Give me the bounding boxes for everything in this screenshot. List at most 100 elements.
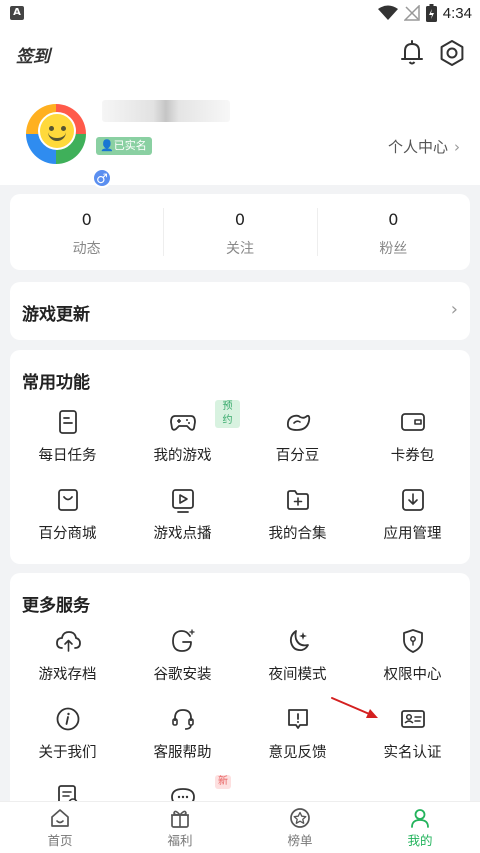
nav-label: 榜单 xyxy=(287,833,313,848)
eye xyxy=(49,126,54,131)
folder-add-icon xyxy=(286,490,309,510)
nav-welfare[interactable]: 福利 xyxy=(120,802,240,853)
nav-home[interactable]: 首页 xyxy=(0,802,120,853)
new-tag: 新 xyxy=(215,775,231,789)
nav-label: 福利 xyxy=(167,833,193,848)
eye xyxy=(61,126,66,131)
game-vod-button[interactable]: 游戏点播 xyxy=(125,486,240,546)
wifi-icon xyxy=(377,5,398,20)
personal-center-link[interactable]: 个人中心 › xyxy=(388,136,460,157)
blurred-username xyxy=(102,100,230,122)
person-icon: 👤 xyxy=(100,139,114,152)
item-label: 百分豆 xyxy=(275,448,320,464)
daily-task-icon xyxy=(58,410,77,434)
id-card-icon xyxy=(400,710,425,728)
smiley-face-icon xyxy=(38,112,76,150)
item-label: 关于我们 xyxy=(38,745,97,761)
bell-icon[interactable] xyxy=(397,38,427,68)
common-functions-card: 常用功能 每日任务 我的游戏 预约 百分豆 卡券包 百分商城 游戏点播 我的合集… xyxy=(10,350,470,564)
coupon-wallet-button[interactable]: 卡券包 xyxy=(355,408,470,468)
baifen-mall-button[interactable]: 百分商城 xyxy=(10,486,125,546)
moon-icon xyxy=(289,630,309,651)
item-label: 我的合集 xyxy=(268,526,327,542)
stat-value: 0 xyxy=(234,210,246,229)
item-label: 夜间模式 xyxy=(268,667,327,683)
item-label: 百分商城 xyxy=(38,526,97,542)
status-icons: 4:34 xyxy=(377,4,472,22)
permission-center-button[interactable]: 权限中心 xyxy=(355,627,470,687)
nav-mine[interactable]: 我的 xyxy=(360,802,480,853)
nav-label: 首页 xyxy=(47,833,73,848)
verified-label: 已实名 xyxy=(113,139,147,152)
stat-value: 0 xyxy=(388,210,399,229)
notification-icon: A xyxy=(10,6,24,20)
google-install-icon xyxy=(171,629,195,652)
about-us-button[interactable]: 关于我们 xyxy=(10,705,125,765)
cloud-upload-icon xyxy=(55,631,81,652)
item-label: 每日任务 xyxy=(38,448,97,464)
gamepad-icon xyxy=(169,415,196,431)
annotation-arrow-icon xyxy=(331,697,378,718)
shopping-bag-icon xyxy=(57,489,78,511)
nav-label: 我的 xyxy=(407,833,433,848)
item-label: 游戏存档 xyxy=(38,667,97,683)
status-bar: A 4:34 xyxy=(0,0,480,28)
stat-label: 粉丝 xyxy=(379,241,408,257)
home-icon xyxy=(51,809,69,827)
daily-task-button[interactable]: 每日任务 xyxy=(10,408,125,468)
google-install-button[interactable]: 谷歌安装 xyxy=(125,627,240,687)
more-services-card: 更多服务 游戏存档 谷歌安装 夜间模式 权限中心 关于我们 客服帮助 意见反馈 xyxy=(10,573,470,813)
baifen-bean-button[interactable]: 百分豆 xyxy=(240,408,355,468)
male-icon: ♂ xyxy=(92,168,112,188)
gift-icon xyxy=(171,810,189,828)
app-management-button[interactable]: 应用管理 xyxy=(355,486,470,546)
stat-fans[interactable]: 0 粉丝 xyxy=(316,194,470,270)
my-collection-button[interactable]: 我的合集 xyxy=(240,486,355,546)
gear-icon[interactable] xyxy=(437,38,467,68)
verified-badge: 👤已实名 xyxy=(96,137,152,155)
common-functions-grid: 每日任务 我的游戏 预约 百分豆 卡券包 百分商城 游戏点播 我的合集 应用管理 xyxy=(10,400,470,546)
stat-posts[interactable]: 0 动态 xyxy=(10,194,163,270)
item-label: 谷歌安装 xyxy=(153,667,212,683)
nav-ranking[interactable]: 榜单 xyxy=(240,802,360,853)
stat-label: 关注 xyxy=(225,241,254,257)
bean-icon xyxy=(286,414,310,431)
item-label: 实名认证 xyxy=(383,745,442,761)
top-bar: 签到 xyxy=(0,28,480,78)
bottom-navigation: 首页 福利 榜单 我的 xyxy=(0,801,480,853)
game-update-row[interactable]: 游戏更新 › xyxy=(10,282,470,340)
chevron-right-icon: › xyxy=(450,299,458,320)
check-in-button[interactable]: 签到 xyxy=(16,42,50,67)
my-games-button[interactable]: 我的游戏 预约 xyxy=(125,400,240,468)
stat-label: 动态 xyxy=(72,241,101,257)
shield-icon xyxy=(402,629,423,653)
user-icon xyxy=(411,809,429,828)
customer-help-button[interactable]: 客服帮助 xyxy=(125,705,240,765)
info-icon xyxy=(56,707,79,731)
reservation-tag: 预约 xyxy=(215,400,240,428)
item-label: 游戏点播 xyxy=(153,526,212,542)
chevron-right-icon: › xyxy=(454,138,460,156)
game-update-title: 游戏更新 xyxy=(22,305,90,325)
item-label: 客服帮助 xyxy=(153,745,212,761)
headset-icon xyxy=(171,709,194,730)
mouth xyxy=(48,132,66,141)
item-label: 意见反馈 xyxy=(268,745,327,761)
wallet-icon xyxy=(400,413,425,431)
battery-icon xyxy=(425,4,437,22)
personal-center-label: 个人中心 xyxy=(387,138,448,156)
clock: 4:34 xyxy=(442,4,472,22)
item-label: 我的游戏 xyxy=(153,448,212,464)
feedback-icon xyxy=(287,709,308,729)
avatar[interactable]: ♂ xyxy=(26,104,112,188)
stat-following[interactable]: 0 关注 xyxy=(163,194,316,270)
item-label: 卡券包 xyxy=(390,448,435,464)
play-video-icon xyxy=(171,489,194,513)
game-save-button[interactable]: 游戏存档 xyxy=(10,627,125,687)
night-mode-button[interactable]: 夜间模式 xyxy=(240,627,355,687)
profile-header: ♂ 👤已实名 个人中心 › xyxy=(0,78,480,188)
item-label: 应用管理 xyxy=(383,526,442,542)
star-badge-icon xyxy=(290,808,310,828)
no-signal-icon xyxy=(403,5,420,21)
stats-card: 0 动态 0 关注 0 粉丝 xyxy=(10,194,470,270)
